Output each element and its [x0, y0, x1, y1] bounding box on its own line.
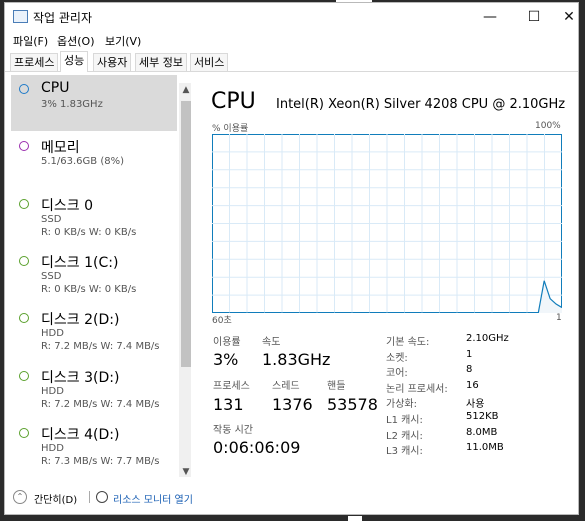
sidebar-item-detail: HDD: [41, 328, 64, 340]
scroll-thumb[interactable]: [181, 101, 191, 367]
tab-details[interactable]: 세부 정보: [135, 53, 187, 71]
graph-label-zero: 1: [556, 313, 562, 323]
cpu-model: Intel(R) Xeon(R) Silver 4208 CPU @ 2.10G…: [276, 97, 566, 112]
utilization-value: 3%: [213, 350, 239, 369]
scroll-down-icon[interactable]: ▼: [179, 465, 191, 477]
spec-label: 논리 프로세서:: [386, 383, 448, 395]
graph-label-seconds: 60초: [212, 316, 232, 326]
spec-label: L3 캐시:: [386, 446, 423, 458]
handles-value: 53578: [327, 395, 378, 414]
graph-label-utilization: % 이용률: [212, 124, 249, 134]
footer-divider: [89, 491, 90, 503]
sidebar-item-detail: SSD: [41, 270, 62, 282]
speed-value: 1.83GHz: [262, 350, 331, 369]
sidebar-item-detail: SSD: [41, 213, 62, 225]
resource-circle-icon: [19, 370, 29, 381]
resource-circle-icon: [19, 198, 29, 209]
spec-value: 1: [466, 348, 473, 360]
spec-label: 가상화:: [386, 399, 417, 411]
uptime-value: 0:06:06:09: [213, 438, 301, 457]
sidebar-item-name: 디스크 3(D:): [41, 369, 120, 386]
sidebar-item-1[interactable]: 메모리 5.1/63.6GB (8%): [11, 132, 177, 188]
speed-label: 속도: [262, 337, 281, 348]
sidebar-scrollbar[interactable]: ▲ ▼: [179, 83, 191, 477]
sidebar-item-name: CPU: [41, 80, 70, 96]
scroll-up-icon[interactable]: ▲: [179, 83, 191, 97]
threads-value: 1376: [272, 395, 313, 414]
tab-performance[interactable]: 성능: [60, 51, 89, 72]
sidebar-item-0[interactable]: CPU 3% 1.83GHz: [11, 75, 177, 131]
spec-value: 11.0MB: [466, 442, 504, 454]
sidebar-item-detail: 3% 1.83GHz: [41, 99, 103, 110]
task-manager-window: 작업 관리자 — ☐ ✕ 파일(F) 옵션(O) 보기(V) 프로세스 성능 사…: [4, 2, 579, 515]
sidebar-item-detail: 5.1/63.6GB (8%): [41, 156, 124, 168]
tab-users[interactable]: 사용자: [93, 53, 132, 71]
title-bar[interactable]: 작업 관리자 — ☐ ✕: [5, 3, 578, 31]
sidebar-item-detail: HDD: [41, 442, 64, 454]
sidebar-item-4[interactable]: 디스크 2(D:) HDD R: 7.2 MB/s W: 7.4 MB/s: [11, 304, 177, 360]
spec-label: L1 캐시:: [386, 415, 423, 426]
maximize-button[interactable]: ☐: [512, 3, 556, 31]
processes-label: 프로세스: [213, 381, 250, 392]
resource-circle-icon: [19, 427, 29, 438]
resource-title: CPU: [211, 89, 256, 114]
handles-label: 핸들: [327, 381, 346, 392]
menu-view[interactable]: 보기(V): [105, 33, 141, 49]
sidebar-item-detail2: R: 0 KB/s W: 0 KB/s: [41, 283, 137, 295]
spec-label: L2 캐시:: [386, 430, 423, 442]
task-manager-icon: [13, 10, 28, 23]
resource-monitor-icon: [96, 491, 108, 503]
threads-label: 스레드: [272, 381, 300, 392]
spec-value: 8.0MB: [466, 426, 498, 438]
spec-value: 16: [466, 379, 479, 391]
spec-value: 8: [466, 364, 473, 376]
menu-options[interactable]: 옵션(O): [57, 33, 94, 49]
sidebar-item-2[interactable]: 디스크 0 SSD R: 0 KB/s W: 0 KB/s: [11, 190, 177, 246]
menu-file[interactable]: 파일(F): [13, 33, 48, 49]
sidebar-item-name: 디스크 1(C:): [41, 254, 119, 271]
sidebar-item-detail2: R: 7.2 MB/s W: 7.4 MB/s: [41, 341, 160, 353]
menu-bar: 파일(F) 옵션(O) 보기(V): [5, 31, 578, 49]
resource-circle-icon: [19, 141, 29, 152]
resource-sidebar: CPU 3% 1.83GHz 메모리 5.1/63.6GB (8%) 디스크 0 SSD R…: [11, 75, 191, 477]
spec-value: 512KB: [466, 411, 499, 422]
sidebar-item-name: 메모리: [41, 140, 80, 157]
sidebar-item-detail2: R: 7.3 MB/s W: 7.7 MB/s: [41, 455, 160, 467]
sidebar-item-3[interactable]: 디스크 1(C:) SSD R: 0 KB/s W: 0 KB/s: [11, 247, 177, 303]
background-window-fragment: [348, 516, 362, 521]
utilization-label: 이용률: [213, 337, 241, 348]
window-title: 작업 관리자: [33, 11, 93, 25]
spec-value: 사용: [466, 399, 485, 411]
uptime-label: 작동 시간: [213, 425, 253, 436]
minimize-button[interactable]: —: [468, 3, 512, 31]
tab-bar: 프로세스 성능 사용자 세부 정보 서비스: [5, 51, 578, 72]
footer-bar: ⌃ 간단히(D) 리소스 모니터 열기: [5, 481, 578, 511]
sidebar-item-detail2: R: 7.2 MB/s W: 7.4 MB/s: [41, 398, 160, 410]
close-button[interactable]: ✕: [556, 3, 578, 31]
resource-monitor-link[interactable]: 리소스 모니터 열기: [113, 491, 193, 506]
processes-value: 131: [213, 395, 244, 414]
sidebar-item-name: 디스크 0: [41, 197, 93, 214]
resource-circle-icon: [19, 84, 29, 94]
spec-label: 소켓:: [386, 352, 408, 364]
resource-circle-icon: [19, 255, 29, 266]
resource-circle-icon: [19, 313, 29, 324]
sidebar-item-detail: HDD: [41, 385, 64, 397]
chevron-up-icon[interactable]: ⌃: [13, 490, 27, 504]
sidebar-item-name: 디스크 2(D:): [41, 312, 120, 329]
tab-services[interactable]: 서비스: [190, 53, 229, 71]
spec-label: 기본 속도:: [386, 337, 430, 348]
sidebar-item-7[interactable]: 디스크 5(D:): [11, 476, 177, 477]
spec-value: 2.10GHz: [466, 333, 509, 344]
cpu-usage-graph: [212, 134, 562, 313]
sidebar-item-6[interactable]: 디스크 4(D:) HDD R: 7.3 MB/s W: 7.7 MB/s: [11, 419, 177, 475]
collapse-link[interactable]: 간단히(D): [34, 491, 77, 506]
tab-processes[interactable]: 프로세스: [10, 53, 59, 71]
sidebar-item-5[interactable]: 디스크 3(D:) HDD R: 7.2 MB/s W: 7.4 MB/s: [11, 362, 177, 418]
spec-label: 코어:: [386, 368, 408, 380]
graph-label-max: 100%: [535, 121, 561, 131]
sidebar-item-detail2: R: 0 KB/s W: 0 KB/s: [41, 226, 137, 238]
sidebar-item-name: 디스크 4(D:): [41, 426, 120, 443]
